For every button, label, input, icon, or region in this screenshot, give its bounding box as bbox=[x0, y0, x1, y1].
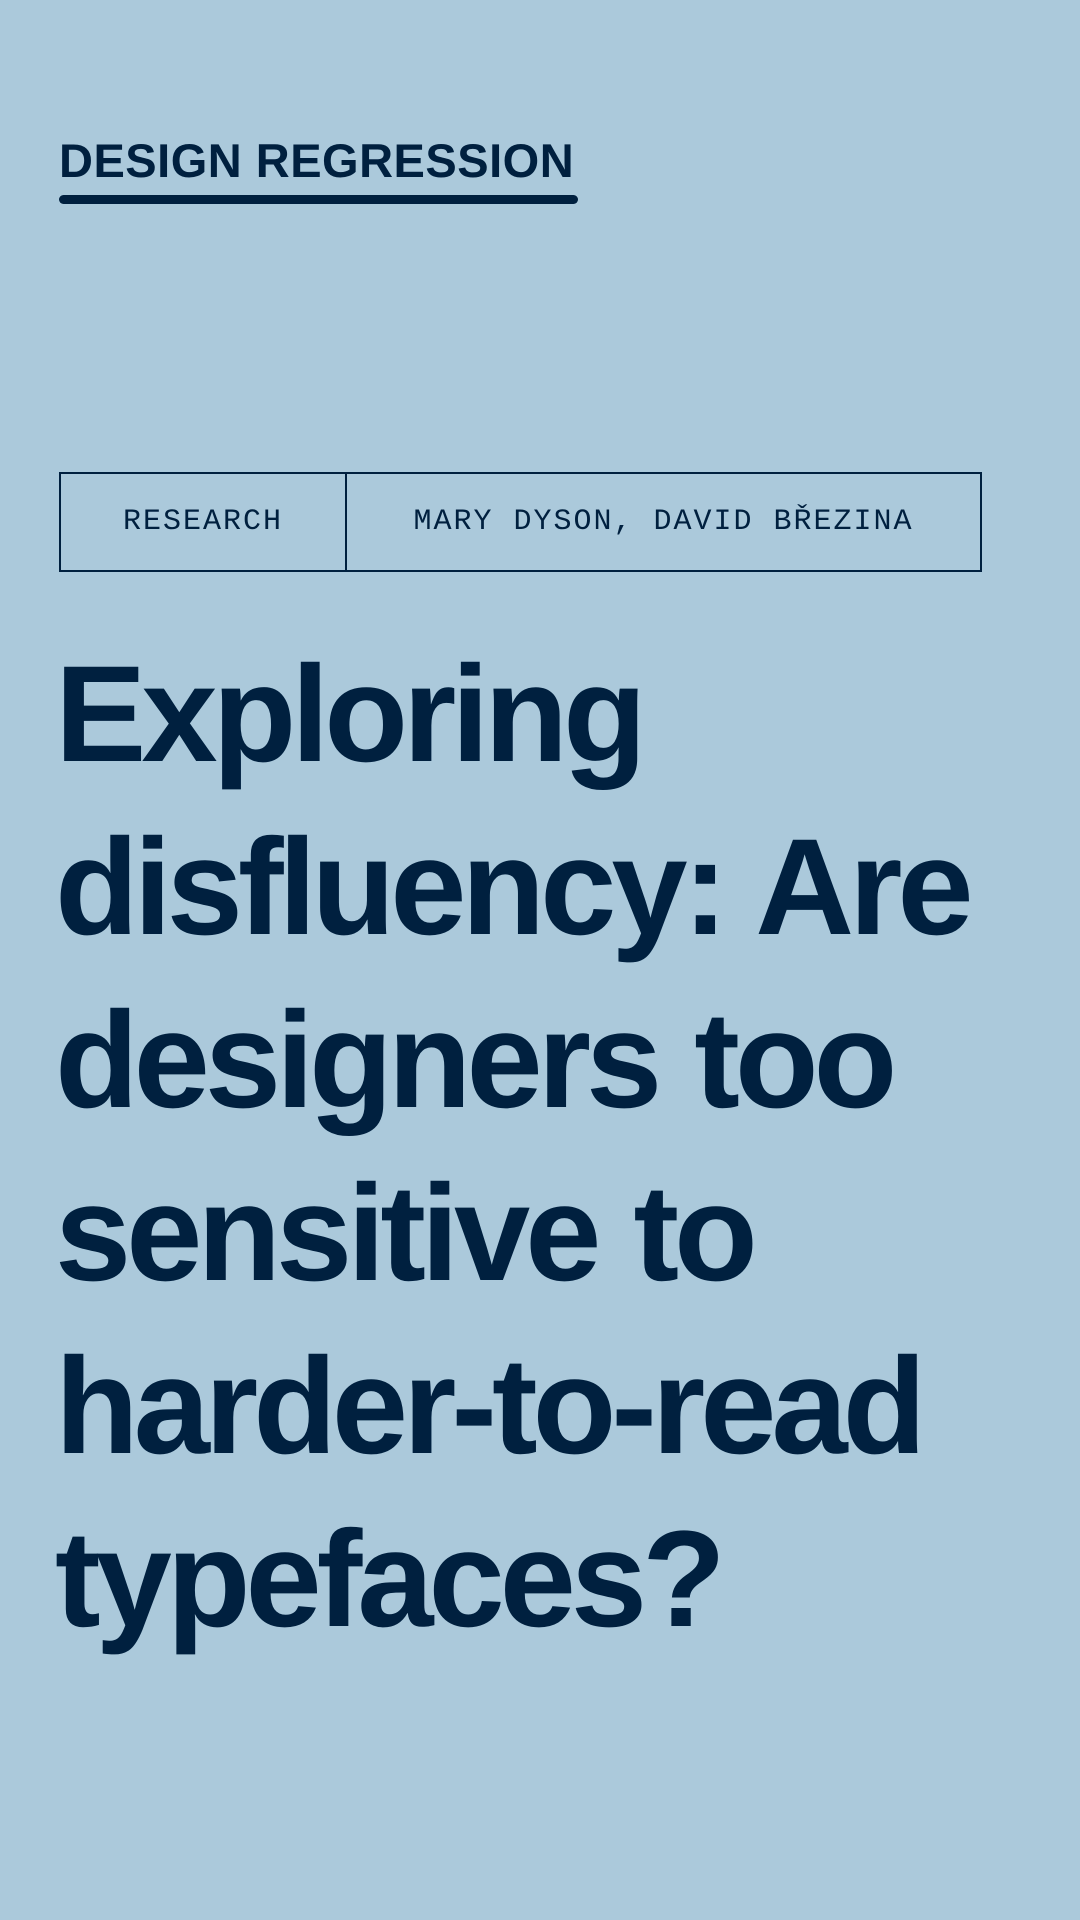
article-meta: RESEARCH MARY DYSON, DAVID BŘEZINA bbox=[59, 472, 982, 572]
article-category[interactable]: RESEARCH bbox=[61, 474, 347, 570]
site-title-link[interactable]: DESIGN REGRESSION bbox=[59, 133, 574, 189]
site-title-underline bbox=[59, 195, 578, 204]
article-authors[interactable]: MARY DYSON, DAVID BŘEZINA bbox=[347, 474, 980, 570]
article-title: Exploring disfluency: Are designers too … bbox=[55, 638, 974, 1656]
